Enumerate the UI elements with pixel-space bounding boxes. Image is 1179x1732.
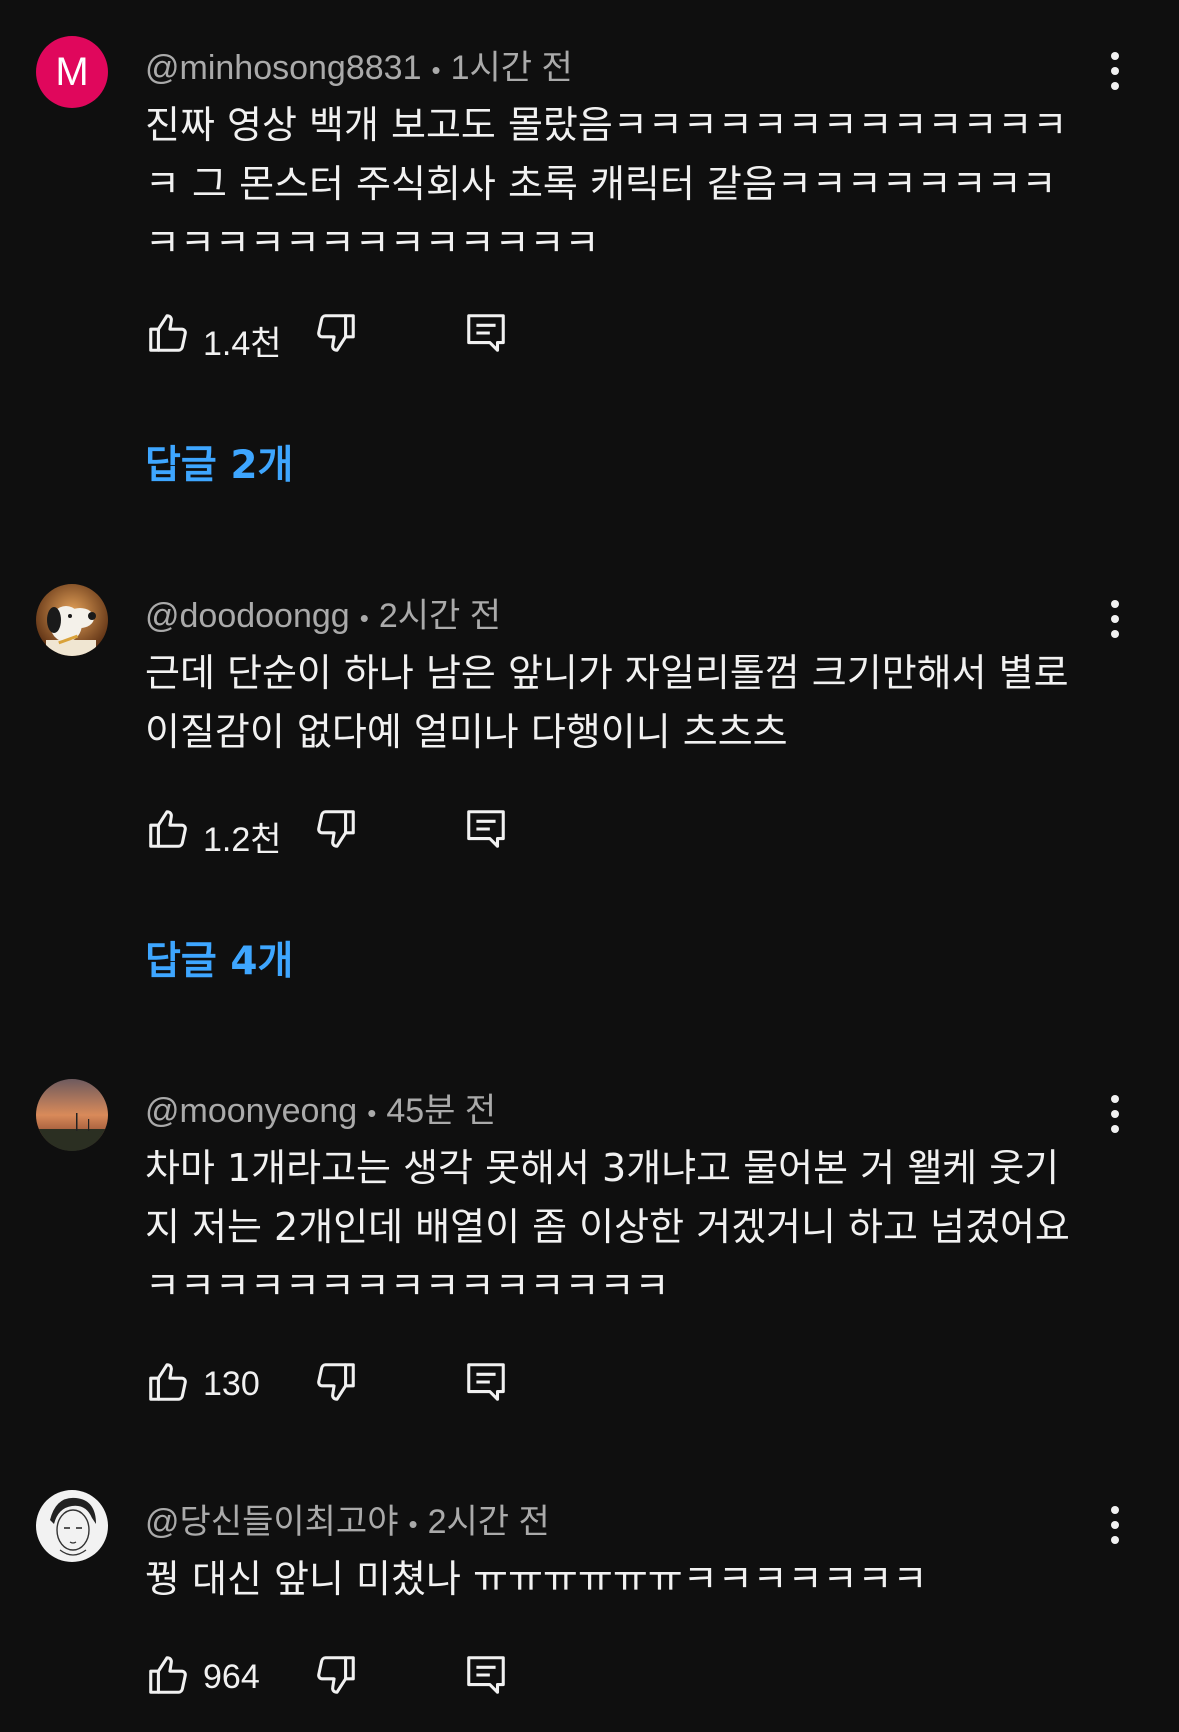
avatar[interactable]: M (36, 36, 108, 108)
comment-meta: @minhosong8831 • 1시간 전 (145, 40, 573, 89)
comment-actions: 1.4천 (145, 310, 545, 363)
more-options-icon[interactable] (1109, 1095, 1121, 1133)
comment-time[interactable]: 1시간 전 (451, 49, 573, 87)
like-button[interactable] (145, 1652, 191, 1698)
thumb-up-icon (149, 314, 187, 352)
thumb-up-icon (149, 810, 187, 848)
snoopy-avatar-image (36, 584, 108, 656)
thumb-down-icon (317, 1363, 355, 1401)
thumb-up-icon (149, 1656, 187, 1694)
like-button[interactable] (145, 1359, 191, 1405)
thumb-up-icon (149, 1363, 187, 1401)
separator-dot: • (408, 1509, 418, 1539)
more-options-icon[interactable] (1109, 600, 1121, 638)
comment-text: 차마 1개라고는 생각 못해서 3개냐고 물어본 거 왤케 웃기지 저는 2개인… (145, 1146, 1070, 1308)
avatar[interactable] (36, 1079, 108, 1151)
like-count: 964 (203, 1658, 260, 1696)
avatar[interactable] (36, 1490, 108, 1562)
comment-meta: @당신들이최고야 • 2시간 전 (145, 1494, 550, 1543)
view-replies-button[interactable]: 답글 2개 (145, 434, 293, 490)
like-count: 1.4천 (203, 325, 282, 363)
reply-button[interactable] (463, 806, 509, 852)
sunset-avatar-image (36, 1079, 108, 1151)
like-count: 130 (203, 1365, 260, 1403)
dislike-button[interactable] (313, 1652, 359, 1698)
dislike-button[interactable] (313, 806, 359, 852)
comment-actions: 130 (145, 1359, 545, 1409)
reply-button[interactable] (463, 1359, 509, 1405)
avatar-letter: M (55, 49, 89, 94)
comment-icon (467, 1363, 505, 1401)
comment-icon (467, 1656, 505, 1694)
comment-icon (467, 314, 505, 352)
reply-button[interactable] (463, 310, 509, 356)
comment-actions: 1.2천 (145, 806, 545, 859)
like-count: 1.2천 (203, 821, 282, 859)
comment-time[interactable]: 2시간 전 (379, 597, 501, 635)
dislike-button[interactable] (313, 310, 359, 356)
comment-icon (467, 810, 505, 848)
comment-actions: 964 (145, 1652, 545, 1702)
comment-author[interactable]: @minhosong8831 (145, 49, 421, 87)
thumb-down-icon (317, 314, 355, 352)
comment-text: 근데 단순이 하나 남은 앞니가 자일리톨껌 크기만해서 별로 이질감이 없다예… (145, 651, 1069, 754)
comment-author[interactable]: @doodoongg (145, 597, 350, 635)
comment-meta: @moonyeong • 45분 전 (145, 1083, 496, 1132)
view-replies-button[interactable]: 답글 4개 (145, 930, 293, 986)
comment-author[interactable]: @moonyeong (145, 1092, 357, 1130)
like-button[interactable] (145, 310, 191, 356)
thumb-down-icon (317, 1656, 355, 1694)
thumb-down-icon (317, 810, 355, 848)
comment-meta: @doodoongg • 2시간 전 (145, 588, 501, 637)
more-options-icon[interactable] (1109, 1506, 1121, 1544)
comment-text: 진짜 영상 백개 보고도 몰랐음ㅋㅋㅋㅋㅋㅋㅋㅋㅋㅋㅋㅋㅋㅋ 그 몬스터 주식회… (145, 103, 1068, 265)
comment-time[interactable]: 45분 전 (386, 1092, 496, 1130)
like-button[interactable] (145, 806, 191, 852)
separator-dot: • (367, 1098, 377, 1128)
comment-time[interactable]: 2시간 전 (428, 1503, 550, 1541)
dislike-button[interactable] (313, 1359, 359, 1405)
separator-dot: • (359, 603, 369, 633)
reply-button[interactable] (463, 1652, 509, 1698)
comment-text: 꿩 대신 앞니 미쳤나 ㅠㅠㅠㅠㅠㅠㅋㅋㅋㅋㅋㅋㅋ (145, 1557, 928, 1601)
avatar[interactable] (36, 584, 108, 656)
comment-author[interactable]: @당신들이최고야 (145, 1503, 398, 1541)
more-options-icon[interactable] (1109, 52, 1121, 90)
sketch-avatar-image (36, 1490, 108, 1562)
separator-dot: • (431, 55, 441, 85)
